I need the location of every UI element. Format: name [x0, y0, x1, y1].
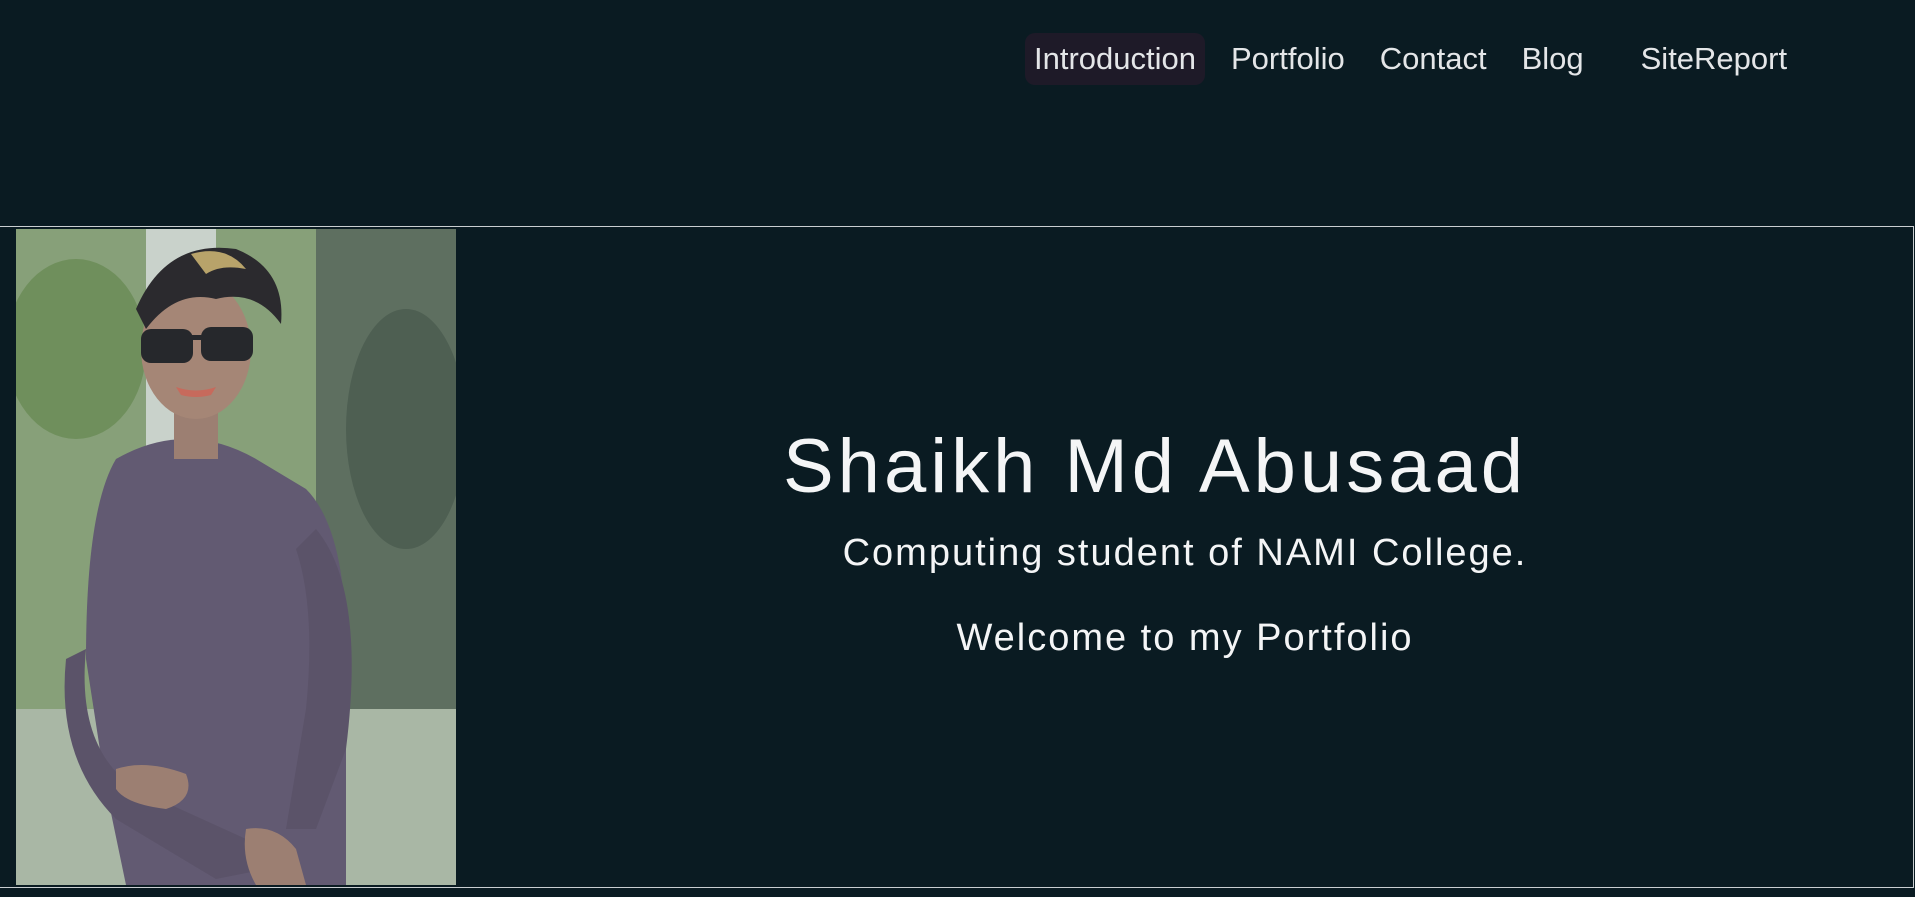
hero-tagline: Computing student of NAMI College. — [842, 532, 1528, 574]
hero-welcome: Welcome to my Portfolio — [956, 617, 1414, 659]
nav-sitereport[interactable]: SiteReport — [1632, 33, 1796, 85]
page: Introduction Portfolio Contact Blog Site… — [0, 0, 1915, 897]
profile-photo-illustration — [16, 229, 456, 885]
nav-portfolio[interactable]: Portfolio — [1222, 33, 1354, 85]
hero-name: Shaikh Md Abusaad — [782, 424, 1528, 509]
profile-photo — [16, 229, 456, 885]
nav-contact[interactable]: Contact — [1371, 33, 1496, 85]
top-nav: Introduction Portfolio Contact Blog Site… — [1025, 33, 1796, 85]
hero-section: Shaikh Md Abusaad Computing student of N… — [0, 226, 1914, 888]
nav-introduction[interactable]: Introduction — [1025, 33, 1205, 85]
nav-blog[interactable]: Blog — [1513, 33, 1593, 85]
